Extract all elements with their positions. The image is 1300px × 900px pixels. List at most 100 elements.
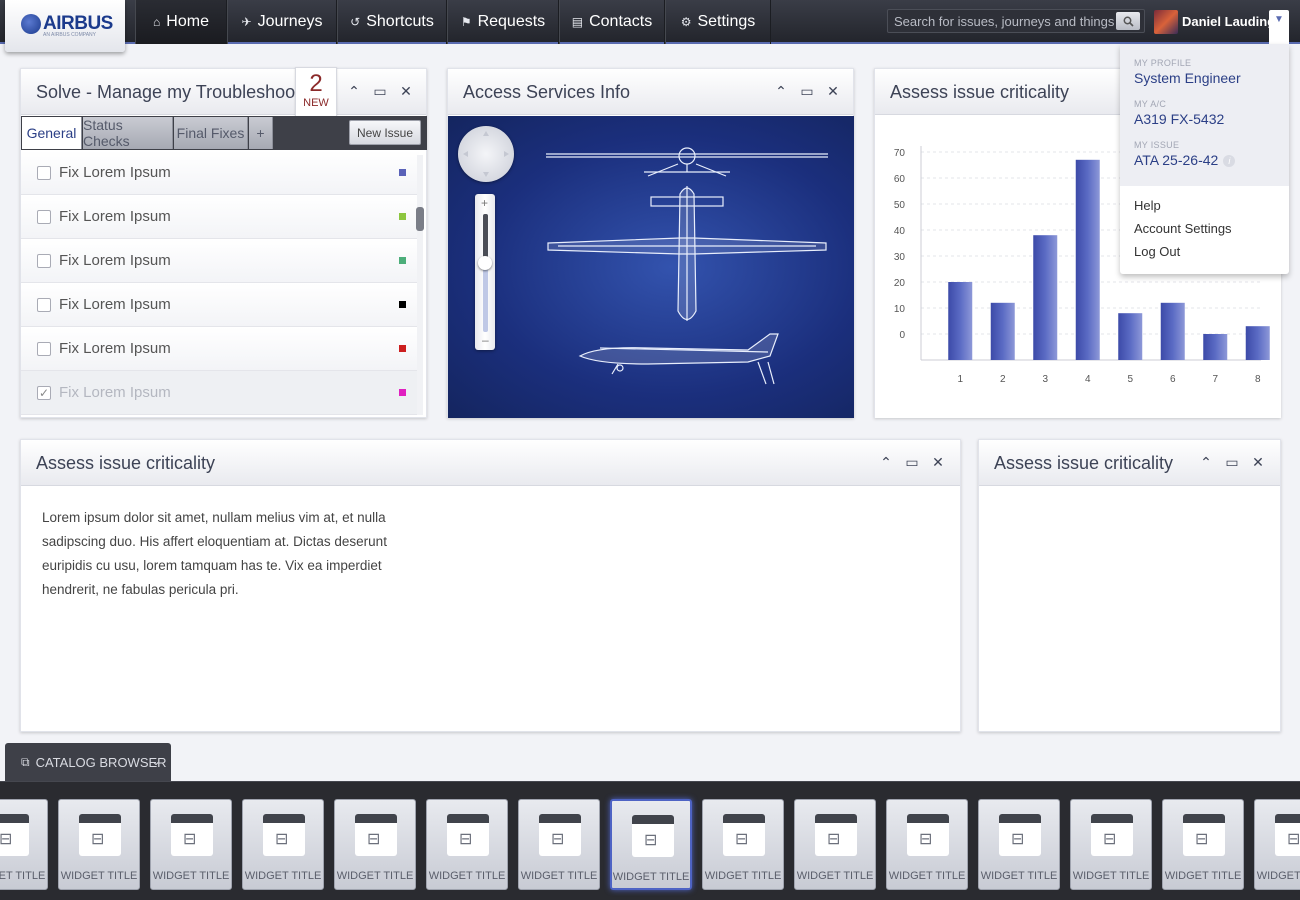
new-count-badge[interactable]: 2 NEW <box>295 67 337 119</box>
close-icon[interactable]: ✕ <box>931 454 945 471</box>
add-tab-button[interactable]: + <box>249 117 273 149</box>
close-icon[interactable]: ✕ <box>826 83 840 100</box>
issue-checkbox[interactable] <box>37 166 51 180</box>
close-icon[interactable]: ✕ <box>399 83 413 100</box>
airbus-logo[interactable]: AIRBUS AN AIRBUS COMPANY <box>5 0 125 52</box>
collapse-icon[interactable]: ⌃ <box>879 454 893 471</box>
catalog-widget-tile[interactable]: WIDGET TITLE <box>150 799 232 890</box>
catalog-widget-tile[interactable]: WIDGET TITLE <box>242 799 324 890</box>
zoom-handle[interactable] <box>478 256 492 270</box>
tab-bar: General Status Checks Final Fixes + New … <box>21 116 427 150</box>
issue-list-item[interactable]: ✓ Fix Lorem Ipsum <box>21 371 419 415</box>
issue-checkbox[interactable] <box>37 210 51 224</box>
zoom-out-icon[interactable]: – <box>482 333 489 347</box>
maximize-icon[interactable]: ▭ <box>800 83 814 100</box>
catalog-widget-tile[interactable]: WIDGET TITLE <box>58 799 140 890</box>
issue-list-item[interactable]: Fix Lorem Ipsum <box>21 327 419 371</box>
chart-bar[interactable] <box>1160 302 1185 360</box>
issue-list-item[interactable]: Fix Lorem Ipsum <box>21 283 419 327</box>
avatar[interactable] <box>1154 10 1178 34</box>
chart-bar[interactable] <box>1245 326 1270 360</box>
collapse-icon[interactable]: ⌃ <box>774 83 788 100</box>
close-icon[interactable]: ✕ <box>1251 454 1265 471</box>
issue-checkbox[interactable] <box>37 298 51 312</box>
widget-tile-title: WIDGET TITLE <box>60 870 138 882</box>
tab-status-checks[interactable]: Status Checks <box>83 117 173 149</box>
nav-item-shortcuts[interactable]: ↺ Shortcuts <box>337 0 447 44</box>
issue-label: Fix Lorem Ipsum <box>59 296 171 313</box>
catalog-widget-tile[interactable]: WIDGET TITLE <box>1162 799 1244 890</box>
y-tick-label: 50 <box>894 200 906 211</box>
nav-item-requests[interactable]: ⚑ Requests <box>447 0 559 44</box>
maximize-icon[interactable]: ▭ <box>373 83 387 100</box>
catalog-widget-tile[interactable]: WIDGET TITLE <box>886 799 968 890</box>
scrollbar-thumb[interactable] <box>416 207 424 231</box>
catalog-widget-tile[interactable]: WIDGET TITLE <box>1254 799 1300 890</box>
nav-item-settings[interactable]: ⚙ Settings <box>665 0 771 44</box>
account-settings-link[interactable]: Account Settings <box>1134 221 1275 236</box>
catalog-widget-tile[interactable]: WIDGET TITLE <box>1070 799 1152 890</box>
my-profile-value[interactable]: System Engineer <box>1134 70 1275 86</box>
catalog-widget-tile[interactable]: WIDGET TITLE <box>518 799 600 890</box>
info-icon[interactable]: i <box>1223 155 1236 168</box>
catalog-widget-tile[interactable]: WIDGET TITLE <box>0 799 48 890</box>
chart-bar[interactable] <box>1033 235 1058 360</box>
widget-body-text: Lorem ipsum dolor sit amet, nullam meliu… <box>42 510 387 597</box>
nav-item-journeys[interactable]: ✈ Journeys <box>227 0 337 44</box>
aircraft-blueprint-viewer[interactable]: + – <box>448 116 854 418</box>
catalog-widget-tile[interactable]: WIDGET TITLE <box>794 799 876 890</box>
help-link[interactable]: Help <box>1134 198 1275 213</box>
widget-icon <box>79 814 121 856</box>
pan-control[interactable] <box>458 126 514 182</box>
search-button[interactable] <box>1116 12 1140 30</box>
new-issue-button[interactable]: New Issue <box>349 120 421 145</box>
chart-bar[interactable] <box>1203 334 1228 360</box>
issue-checkbox[interactable]: ✓ <box>37 386 51 400</box>
x-tick-label: 2 <box>1000 374 1006 385</box>
maximize-icon[interactable]: ▭ <box>905 454 919 471</box>
user-name[interactable]: Daniel Lauding <box>1182 14 1275 29</box>
tab-final-fixes[interactable]: Final Fixes <box>174 117 248 149</box>
chevron-down-icon: ⌄ <box>150 754 161 768</box>
zoom-in-icon[interactable]: + <box>481 196 488 210</box>
issue-checkbox[interactable] <box>37 342 51 356</box>
brand-tagline: AN AIRBUS COMPANY <box>43 32 96 38</box>
chart-bar[interactable] <box>948 282 973 360</box>
widget-icon <box>263 814 305 856</box>
catalog-browser-toggle[interactable]: ⧉ CATALOG BROWSER ⌄ <box>5 743 171 782</box>
plane-icon: ✈ <box>241 15 252 29</box>
collapse-icon[interactable]: ⌃ <box>1199 454 1213 471</box>
issue-checkbox[interactable] <box>37 254 51 268</box>
widget-tile-title: WIDGET TITLE <box>980 870 1058 882</box>
nav-item-contacts[interactable]: ▤ Contacts <box>559 0 665 44</box>
widget-icon <box>815 814 857 856</box>
maximize-icon[interactable]: ▭ <box>1225 454 1239 471</box>
log-out-link[interactable]: Log Out <box>1134 244 1275 259</box>
search-input[interactable] <box>894 13 1114 30</box>
scrollbar-track[interactable] <box>417 155 423 415</box>
zoom-slider[interactable]: + – <box>475 194 495 350</box>
chart-bar[interactable] <box>1118 313 1143 360</box>
my-issue-row[interactable]: ATA 25-26-42 i <box>1134 152 1275 168</box>
collapse-icon[interactable]: ⌃ <box>347 83 361 100</box>
chart-bar[interactable] <box>1075 159 1100 360</box>
catalog-widget-tile[interactable]: WIDGET TITLE <box>334 799 416 890</box>
nav-item-home[interactable]: ⌂ Home <box>135 0 227 44</box>
chart-bar[interactable] <box>990 302 1015 360</box>
x-tick-label: 5 <box>1127 374 1133 385</box>
issue-list-item[interactable]: Fix Lorem Ipsum <box>21 151 419 195</box>
catalog-widget-tile[interactable]: WIDGET TITLE <box>978 799 1060 890</box>
catalog-widget-tile[interactable]: WIDGET TITLE <box>702 799 784 890</box>
widget-tile-title: WIDGET TITLE <box>1072 870 1150 882</box>
issue-list-item[interactable]: Fix Lorem Ipsum <box>21 195 419 239</box>
catalog-widget-tile[interactable]: WIDGET TITLE <box>426 799 508 890</box>
catalog-widget-tile[interactable]: WIDGET TITLE <box>610 799 692 890</box>
widget-icon <box>907 814 949 856</box>
user-menu-toggle[interactable]: ▼ <box>1269 10 1289 46</box>
widget-title: Solve - Manage my Troubleshooting <box>36 82 325 102</box>
issue-list-item[interactable]: Fix Lorem Ipsum <box>21 239 419 283</box>
tab-general[interactable]: General <box>22 117 82 149</box>
my-ac-value[interactable]: A319 FX-5432 <box>1134 111 1275 127</box>
access-services-widget: Access Services Info ⌃ ▭ ✕ + – <box>447 68 854 418</box>
my-ac-label: MY A/C <box>1134 99 1167 109</box>
